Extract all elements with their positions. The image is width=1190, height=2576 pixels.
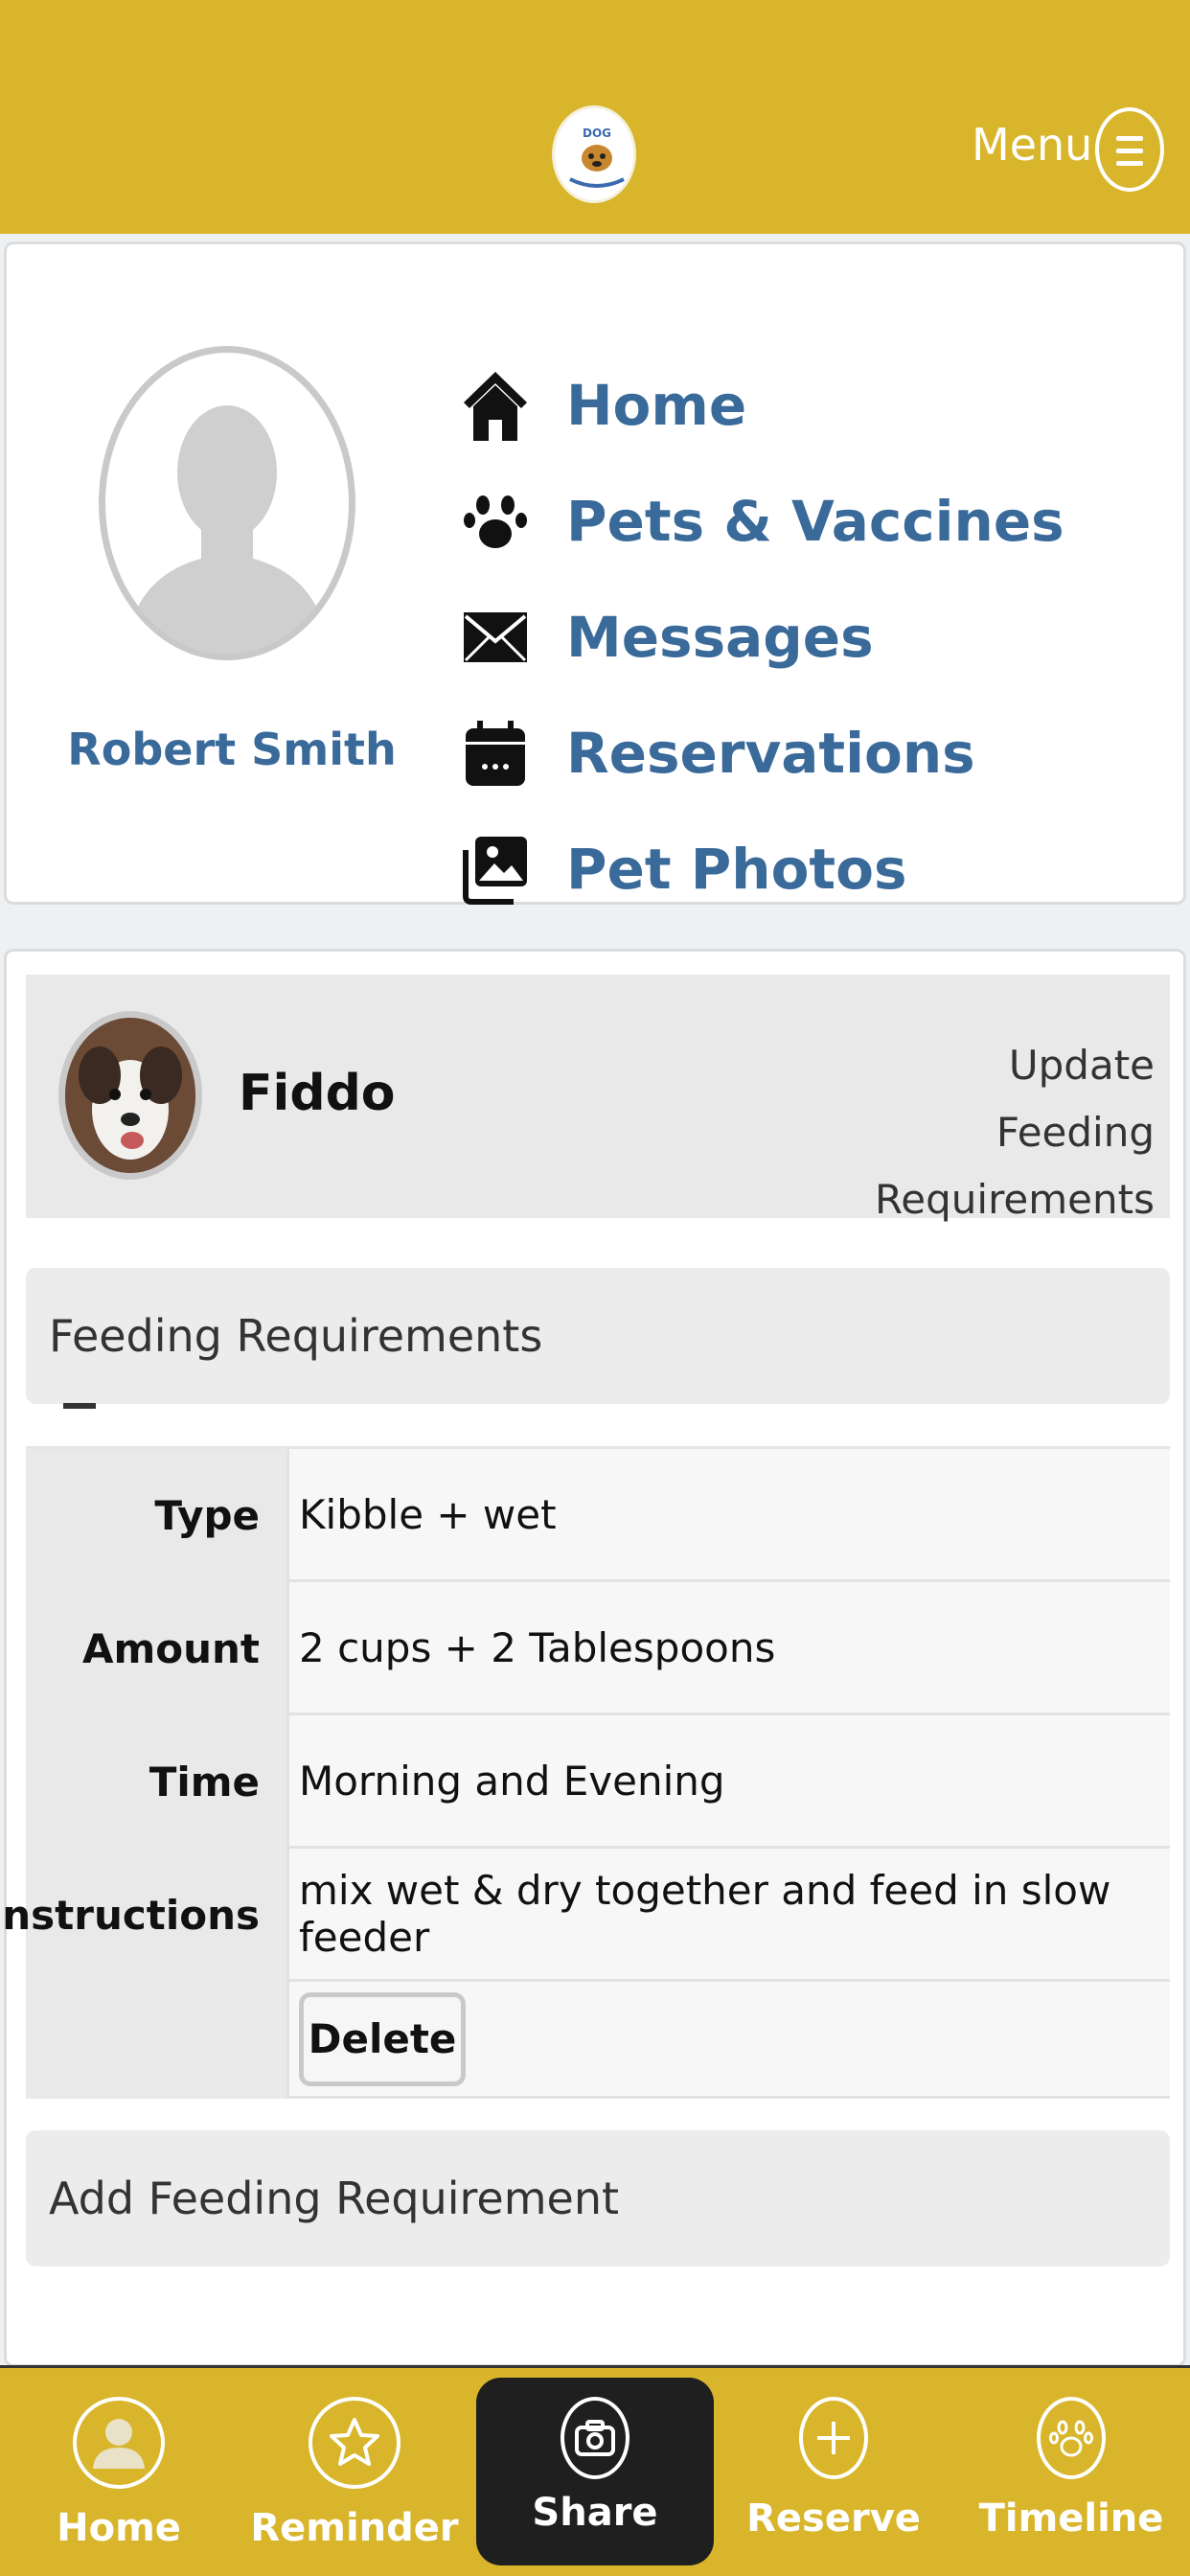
nav-label: Pet Photos (566, 837, 907, 902)
tab-reminder[interactable]: Reminder (250, 2368, 459, 2576)
table-row: Type Kibble + wet (26, 1449, 1170, 1582)
pet-name: Fiddo (239, 1065, 396, 1122)
person-circle-icon (73, 2397, 165, 2489)
nav-label: Reservations (566, 721, 975, 786)
camera-icon (561, 2397, 629, 2479)
paw-icon (461, 483, 530, 560)
row-value: mix wet & dry together and feed in slow … (286, 1849, 1170, 1982)
tab-label: Timeline (978, 2496, 1164, 2541)
tab-label: Home (57, 2506, 181, 2550)
app-header: DOG Menu (0, 0, 1190, 234)
nav-item-reservations[interactable]: Reservations (461, 705, 975, 801)
table-row: Delete (26, 1982, 1170, 2099)
tab-share[interactable]: Share (476, 2378, 714, 2565)
row-value: Morning and Evening (286, 1715, 1170, 1849)
row-key: Type (26, 1449, 286, 1582)
nav-label: Home (566, 373, 747, 438)
row-key: Instructions (0, 1849, 286, 1982)
hamburger-circle-icon[interactable] (1095, 107, 1164, 192)
plus-icon (799, 2397, 868, 2479)
tab-share-inner: Share (476, 2368, 714, 2576)
tab-label: Reserve (746, 2496, 921, 2541)
tab-reserve[interactable]: Reserve (746, 2368, 921, 2576)
paw-icon (1037, 2397, 1106, 2479)
nav-label: Pets & Vaccines (566, 489, 1064, 554)
envelope-icon (461, 599, 530, 676)
delete-button[interactable]: Delete (299, 1991, 466, 2086)
feeding-card: Fiddo Update Feeding Requirements Feedin… (0, 949, 1186, 2367)
user-silhouette-icon (99, 346, 355, 660)
nav-item-messages[interactable]: Messages (461, 589, 874, 685)
nav-label: Messages (566, 605, 874, 670)
row-key: Time (26, 1715, 286, 1849)
text-cursor (63, 1403, 96, 1409)
star-icon (309, 2397, 400, 2489)
tab-timeline[interactable]: Timeline (979, 2368, 1163, 2576)
feeding-table: Type Kibble + wet Amount 2 cups + 2 Tabl… (0, 1446, 1170, 2099)
table-row: Amount 2 cups + 2 Tablespoons (26, 1582, 1170, 1715)
photos-icon (461, 831, 530, 908)
tab-label: Share (532, 2491, 658, 2535)
pet-avatar[interactable] (58, 1011, 202, 1180)
svg-text:DOG: DOG (583, 126, 611, 140)
tab-home[interactable]: Home (48, 2368, 190, 2576)
row-key: Amount (26, 1582, 286, 1715)
table-row: Instructions mix wet & dry together and … (0, 1849, 1170, 1982)
feeding-requirements-header[interactable]: Feeding Requirements (26, 1268, 1170, 1404)
row-value: Kibble + wet (286, 1449, 1170, 1582)
update-feeding-link[interactable]: Update Feeding Requirements (838, 1032, 1155, 1233)
row-value: 2 cups + 2 Tablespoons (286, 1582, 1170, 1715)
pet-header: Fiddo Update Feeding Requirements (26, 975, 1170, 1223)
user-name[interactable]: Robert Smith (35, 724, 428, 775)
nav-item-pet-photos[interactable]: Pet Photos (461, 821, 907, 917)
row-actions: Delete (286, 1982, 1170, 2099)
tab-label: Reminder (250, 2506, 459, 2550)
add-feeding-requirement-header[interactable]: Add Feeding Requirement (26, 2130, 1170, 2266)
nav-item-home[interactable]: Home (461, 357, 746, 453)
bottom-nav: Home Reminder Share Reserve Timeline (0, 2365, 1190, 2576)
nav-item-pets-vaccines[interactable]: Pets & Vaccines (461, 473, 1064, 569)
house-icon (461, 367, 530, 444)
row-key-empty (26, 1982, 286, 2099)
dog-logo-icon[interactable]: DOG (552, 105, 636, 203)
profile-card: Robert Smith Home Pets & Vaccines Messag… (4, 242, 1186, 905)
calendar-icon (461, 715, 530, 792)
menu-label[interactable]: Menu (972, 119, 1092, 171)
table-row: Time Morning and Evening (26, 1715, 1170, 1849)
